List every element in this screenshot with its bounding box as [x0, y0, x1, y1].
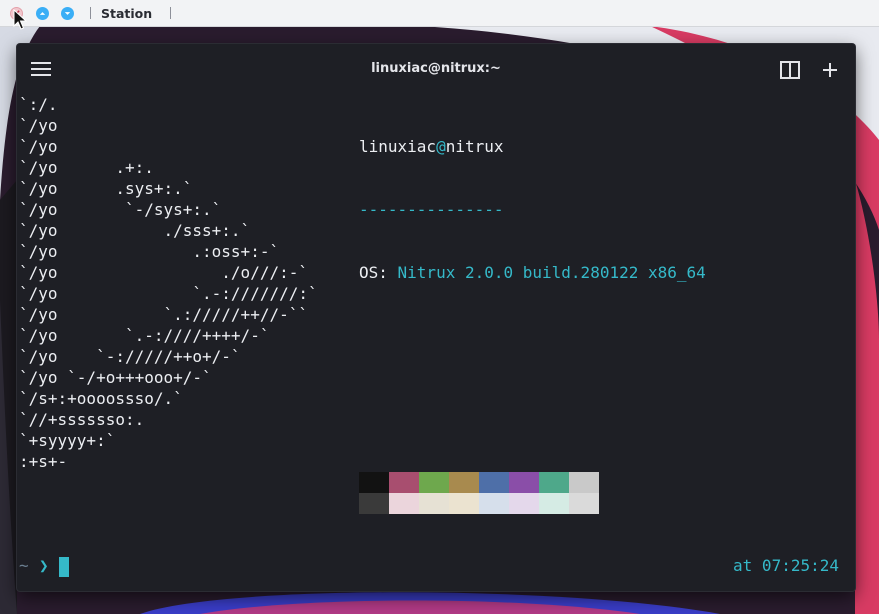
- add-tab-button[interactable]: [819, 59, 841, 81]
- palette-swatch: [389, 493, 419, 514]
- palette-swatch: [569, 472, 599, 493]
- terminal-window: linuxiac@nitrux:~ `:/. `/yo `/yo `/yo .+:. `…: [17, 44, 855, 591]
- logo-line: `/yo ./sss+:.`: [19, 221, 251, 240]
- palette-swatch: [419, 472, 449, 493]
- user-host-line: linuxiac@nitrux: [359, 137, 504, 156]
- palette-swatch: [419, 493, 449, 514]
- logo-line: `/yo .sys+:.`: [19, 179, 193, 198]
- palette-swatch: [359, 472, 389, 493]
- palette-swatch: [479, 472, 509, 493]
- palette-swatch: [359, 493, 389, 514]
- add-tab-icon: [823, 63, 837, 77]
- palette-swatch: [479, 493, 509, 514]
- divider: [90, 7, 91, 19]
- logo-line: `/yo `-/sys+:.`: [19, 200, 222, 219]
- palette-swatch: [539, 472, 569, 493]
- palette-swatch: [389, 472, 419, 493]
- window-title: linuxiac@nitrux:~: [371, 61, 501, 76]
- maximize-window-button[interactable]: [61, 6, 74, 20]
- minimize-window-button[interactable]: [36, 6, 49, 20]
- logo-line: `/s+:+oooossso/.`: [19, 389, 183, 408]
- taskbar-app-title[interactable]: Station: [101, 6, 152, 21]
- logo-line: `+syyyy+:`: [19, 431, 116, 450]
- logo-line: `/yo `.-:////++++/-`: [19, 326, 270, 345]
- palette-swatch: [539, 493, 569, 514]
- logo-line: `/yo .+:.: [19, 158, 154, 177]
- logo-line: `/yo ./o///:-`: [19, 263, 308, 282]
- text-cursor[interactable]: [59, 557, 69, 577]
- prompt-time: at 07:25:24: [733, 556, 839, 575]
- palette-swatch: [509, 493, 539, 514]
- split-view-button[interactable]: [779, 59, 801, 81]
- palette-swatch: [449, 472, 479, 493]
- prompt-path: ~: [19, 556, 29, 575]
- top-panel: Station: [0, 0, 879, 27]
- info-value: Nitrux 2.0.0 build.280122 x86_64: [397, 263, 706, 282]
- window-header: linuxiac@nitrux:~: [17, 44, 855, 94]
- logo-line: `/yo: [19, 137, 58, 156]
- logo-line: `/yo `-/+o+++ooo+/-`: [19, 368, 212, 387]
- divider: [170, 7, 172, 19]
- prompt-arrow-icon: ❯: [39, 556, 49, 575]
- color-palette: [359, 472, 599, 514]
- info-row-os: OS: Nitrux 2.0.0 build.280122 x86_64: [359, 263, 706, 282]
- logo-line: `/yo .:oss+:-`: [19, 242, 280, 261]
- chevron-down-icon: [64, 11, 71, 15]
- chevron-up-icon: [39, 11, 46, 15]
- logo-line: :+s+-: [19, 452, 68, 471]
- distro-ascii-logo: `:/. `/yo `/yo `/yo .+:. `/yo .sys+:.` `/yo `…: [19, 94, 318, 472]
- palette-swatch: [569, 493, 599, 514]
- logo-line: `:/.: [19, 95, 58, 114]
- palette-swatch: [449, 493, 479, 514]
- mouse-cursor-icon: [13, 9, 27, 30]
- logo-line: `/yo: [19, 116, 58, 135]
- logo-line: `/yo `.://///++//-``: [19, 305, 308, 324]
- logo-line: `//+sssssso:.: [19, 410, 145, 429]
- logo-line: `/yo `.-:///////:`: [19, 284, 318, 303]
- info-label: OS: [359, 263, 379, 282]
- split-view-icon: [780, 61, 800, 79]
- logo-line: `/yo `-://///++o+/-`: [19, 347, 241, 366]
- system-info: linuxiac@nitrux --------------- OS: Nitr…: [359, 94, 839, 325]
- separator-line: ---------------: [359, 200, 504, 219]
- palette-swatch: [509, 472, 539, 493]
